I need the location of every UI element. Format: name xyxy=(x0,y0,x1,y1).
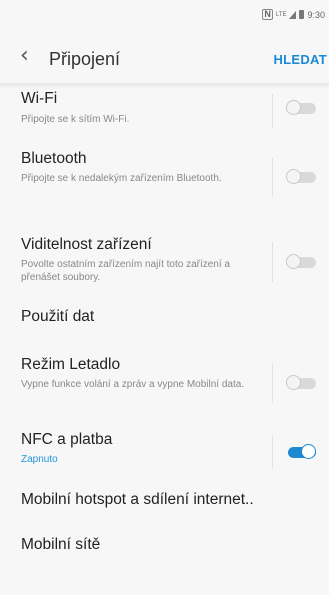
battery-icon xyxy=(299,10,305,19)
setting-subtitle: Připojte se k nedalekým zařízením Blueto… xyxy=(21,173,222,184)
setting-row-airplane[interactable]: Režim Letadlo Vypne funkce volání a zprá… xyxy=(0,340,329,420)
search-button[interactable]: HLEDAT xyxy=(273,52,327,67)
divider xyxy=(272,94,273,128)
setting-row-bluetooth[interactable]: Bluetooth Připojte se k nedalekým zaříze… xyxy=(0,142,329,212)
setting-title: Wi-Fi xyxy=(21,90,58,107)
wifi-toggle[interactable] xyxy=(286,99,320,117)
setting-row-visibility[interactable]: Viditelnost zařízení Povolte ostatním za… xyxy=(0,212,329,296)
setting-row-hotspot[interactable]: Mobilní hotspot a sdílení internet.. xyxy=(0,482,329,526)
toggle-thumb xyxy=(286,375,301,390)
toggle-thumb xyxy=(286,254,301,269)
setting-title: Režim Letadlo xyxy=(21,356,121,373)
setting-row-nfc[interactable]: NFC a platba Zapnuto xyxy=(0,420,329,482)
status-time: 9:30 xyxy=(307,9,325,20)
nfc-toggle[interactable] xyxy=(286,443,320,461)
setting-row-data-usage[interactable]: Použití dat xyxy=(0,296,329,340)
page-title: Připojení xyxy=(49,49,121,69)
status-icons: N LTE 9:30 xyxy=(262,9,325,20)
setting-title: Použití dat xyxy=(21,308,95,325)
setting-title: Mobilní hotspot a sdílení internet.. xyxy=(21,491,254,508)
toggle-thumb xyxy=(301,444,316,459)
divider xyxy=(272,363,273,403)
toggle-thumb xyxy=(286,100,301,115)
nfc-icon: N xyxy=(262,9,273,20)
divider xyxy=(272,436,273,468)
toggle-thumb xyxy=(286,169,301,184)
signal-icon xyxy=(289,10,297,19)
setting-subtitle: Vypne funkce volání a zpráv a vypne Mobi… xyxy=(21,379,245,390)
setting-row-mobile-networks[interactable]: Mobilní sítě xyxy=(0,526,329,566)
setting-subtitle: Připojte se k sítím Wi-Fi. xyxy=(21,114,130,125)
setting-title: NFC a platba xyxy=(21,431,113,448)
app-header: ‹ Připojení HLEDAT xyxy=(0,40,329,80)
chevron-left-icon[interactable]: ‹ xyxy=(20,45,29,67)
setting-subtitle: Povolte ostatním zařízením najít toto za… xyxy=(21,259,230,283)
setting-title: Mobilní sítě xyxy=(21,536,101,553)
bluetooth-toggle[interactable] xyxy=(286,168,320,186)
visibility-toggle[interactable] xyxy=(286,253,320,271)
setting-title: Bluetooth xyxy=(21,150,87,167)
status-bar: N LTE 9:30 xyxy=(0,0,329,28)
divider xyxy=(272,158,273,196)
setting-row-wifi[interactable]: Wi-Fi Připojte se k sítím Wi-Fi. xyxy=(0,88,329,142)
lte-icon: LTE xyxy=(275,11,287,18)
setting-title: Viditelnost zařízení xyxy=(21,236,152,253)
airplane-toggle[interactable] xyxy=(286,374,320,392)
divider xyxy=(272,242,273,282)
setting-subtitle: Zapnuto xyxy=(21,454,58,465)
settings-list: Wi-Fi Připojte se k sítím Wi-Fi. Bluetoo… xyxy=(0,88,329,566)
